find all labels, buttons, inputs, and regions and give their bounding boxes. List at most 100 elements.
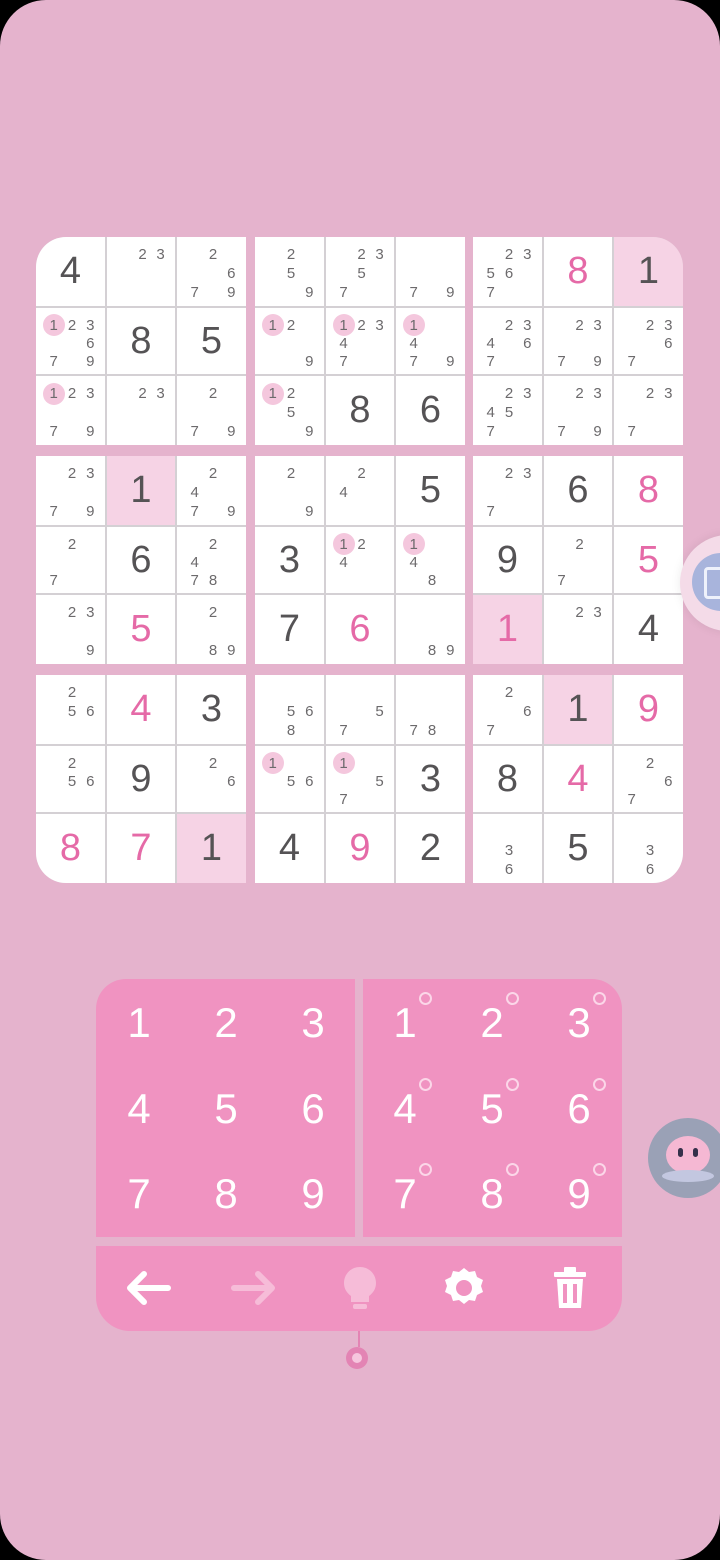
sudoku-cell[interactable]: 148	[396, 527, 465, 593]
sudoku-cell[interactable]: 23 7 9	[36, 456, 105, 525]
sudoku-cell[interactable]: 78	[396, 675, 465, 744]
sudoku-cell[interactable]: 129	[255, 308, 324, 374]
sudoku-cell[interactable]: 8	[544, 237, 612, 306]
sudoku-cell[interactable]: 2 7 9	[177, 376, 246, 445]
sudoku-cell[interactable]: 156	[255, 746, 324, 812]
number-button-4[interactable]: 4	[109, 1079, 169, 1139]
floating-assist-button[interactable]	[680, 535, 720, 631]
note-number-button-3[interactable]: 3	[549, 992, 609, 1053]
sudoku-cell[interactable]: 4	[255, 814, 324, 883]
sudoku-cell[interactable]: 36	[473, 814, 542, 883]
sudoku-cell[interactable]: 1236 7 9	[36, 308, 105, 374]
sudoku-cell[interactable]: 23 7	[614, 376, 683, 445]
sudoku-cell[interactable]: 236 7	[614, 308, 683, 374]
number-button-9[interactable]: 9	[283, 1164, 343, 1224]
drag-handle[interactable]	[345, 1331, 373, 1375]
sudoku-cell[interactable]: 1	[544, 675, 612, 744]
sudoku-cell[interactable]: 23 7 9	[544, 308, 612, 374]
sudoku-cell[interactable]: 8	[614, 456, 683, 525]
redo-arrow-icon[interactable]	[222, 1258, 286, 1318]
sudoku-cell[interactable]: 23 9	[36, 595, 105, 664]
sudoku-cell[interactable]: 256	[36, 675, 105, 744]
sudoku-cell[interactable]: 26 7	[473, 675, 542, 744]
undo-arrow-icon[interactable]	[116, 1258, 180, 1318]
sudoku-cell[interactable]: 24 7 9	[177, 456, 246, 525]
sudoku-cell[interactable]: 23 4 6 7	[473, 308, 542, 374]
sudoku-cell[interactable]: 4	[544, 746, 612, 812]
sudoku-cell[interactable]: 123 47	[326, 308, 394, 374]
number-button-1[interactable]: 1	[109, 993, 169, 1053]
note-number-button-8[interactable]: 8	[462, 1163, 522, 1224]
sudoku-cell[interactable]: 123 7 9	[36, 376, 105, 445]
sudoku-cell[interactable]: 6	[396, 376, 465, 445]
number-button-8[interactable]: 8	[196, 1164, 256, 1224]
sudoku-cell[interactable]: 2 59	[255, 237, 324, 306]
sudoku-cell[interactable]: 1 5 7	[326, 746, 394, 812]
number-button-6[interactable]: 6	[283, 1079, 343, 1139]
sudoku-cell[interactable]: 7	[255, 595, 324, 664]
sudoku-cell[interactable]: 3	[396, 746, 465, 812]
delete-trash-icon[interactable]	[538, 1256, 602, 1320]
sudoku-cell[interactable]: 89	[396, 595, 465, 664]
sudoku-cell[interactable]: 1	[614, 237, 683, 306]
sudoku-cell[interactable]: 124	[326, 527, 394, 593]
sudoku-cell[interactable]: 24	[326, 456, 394, 525]
sudoku-cell[interactable]: 1	[107, 456, 175, 525]
sudoku-cell[interactable]: 4	[107, 675, 175, 744]
sudoku-cell[interactable]: 9	[614, 675, 683, 744]
sudoku-cell[interactable]: 36	[614, 814, 683, 883]
note-number-button-9[interactable]: 9	[549, 1163, 609, 1224]
sudoku-cell[interactable]: 5	[544, 814, 612, 883]
sudoku-cell[interactable]: 7	[107, 814, 175, 883]
sudoku-cell[interactable]: 6	[107, 527, 175, 593]
note-number-button-1[interactable]: 1	[375, 992, 435, 1053]
sudoku-cell[interactable]: 1	[473, 595, 542, 664]
sudoku-cell[interactable]: 256	[36, 746, 105, 812]
note-number-button-4[interactable]: 4	[375, 1078, 435, 1139]
sudoku-cell[interactable]: 8	[326, 376, 394, 445]
sudoku-cell[interactable]: 5	[396, 456, 465, 525]
number-button-3[interactable]: 3	[283, 993, 343, 1053]
sudoku-cell[interactable]: 2357	[326, 237, 394, 306]
sudoku-cell[interactable]: 23 7 9	[544, 376, 612, 445]
sudoku-cell[interactable]: 8	[107, 308, 175, 374]
hint-bulb-icon[interactable]	[328, 1256, 392, 1320]
sudoku-cell[interactable]: 2	[396, 814, 465, 883]
sudoku-cell[interactable]: 568	[255, 675, 324, 744]
sudoku-cell[interactable]: 3	[177, 675, 246, 744]
sudoku-cell[interactable]: 29	[255, 456, 324, 525]
number-button-5[interactable]: 5	[196, 1079, 256, 1139]
sudoku-cell[interactable]: 6	[326, 595, 394, 664]
sudoku-cell[interactable]: 23	[107, 237, 175, 306]
note-number-button-2[interactable]: 2	[462, 992, 522, 1053]
sudoku-cell[interactable]: 27	[544, 527, 612, 593]
sudoku-cell[interactable]: 6	[544, 456, 612, 525]
sudoku-cell[interactable]: 8	[36, 814, 105, 883]
sudoku-cell[interactable]: 57	[326, 675, 394, 744]
sudoku-cell[interactable]: 5	[107, 595, 175, 664]
sudoku-cell[interactable]: 4	[36, 237, 105, 306]
note-number-button-6[interactable]: 6	[549, 1078, 609, 1139]
sudoku-cell[interactable]: 23 567	[473, 237, 542, 306]
sudoku-cell[interactable]: 9	[473, 527, 542, 593]
mascot-avatar-button[interactable]	[648, 1118, 720, 1198]
sudoku-cell[interactable]: 147 9	[396, 308, 465, 374]
sudoku-cell[interactable]: 26 7	[614, 746, 683, 812]
sudoku-cell[interactable]: 1	[177, 814, 246, 883]
settings-gear-icon[interactable]	[432, 1256, 496, 1320]
sudoku-cell[interactable]: 23 7	[473, 456, 542, 525]
sudoku-cell[interactable]: 23 457	[473, 376, 542, 445]
note-number-button-5[interactable]: 5	[462, 1078, 522, 1139]
sudoku-cell[interactable]: 27	[36, 527, 105, 593]
sudoku-cell[interactable]: 26	[177, 746, 246, 812]
number-button-2[interactable]: 2	[196, 993, 256, 1053]
sudoku-cell[interactable]: 5	[614, 527, 683, 593]
sudoku-cell[interactable]: 9	[326, 814, 394, 883]
sudoku-cell[interactable]: 2478	[177, 527, 246, 593]
sudoku-cell[interactable]: 12 59	[255, 376, 324, 445]
sudoku-cell[interactable]: 2 89	[177, 595, 246, 664]
sudoku-cell[interactable]: 26 7 9	[177, 237, 246, 306]
note-number-button-7[interactable]: 7	[375, 1163, 435, 1224]
sudoku-cell[interactable]: 5	[177, 308, 246, 374]
sudoku-cell[interactable]: 4	[614, 595, 683, 664]
